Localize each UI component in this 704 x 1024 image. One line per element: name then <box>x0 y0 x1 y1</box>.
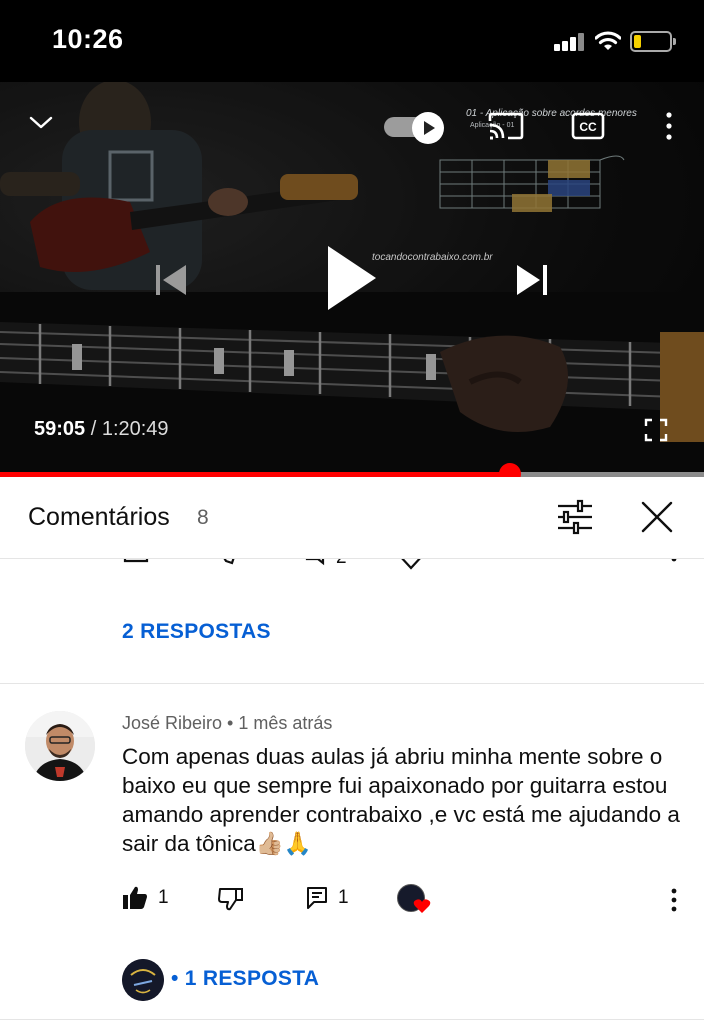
view-replies-link[interactable]: • 1 RESPOSTA <box>171 967 319 991</box>
status-time: 10:26 <box>52 24 124 54</box>
comments-count: 8 <box>197 506 209 529</box>
heart-icon[interactable] <box>396 559 426 573</box>
play-icon <box>412 112 444 144</box>
like-icon[interactable] <box>122 559 152 573</box>
comments-header: Comentários 8 <box>0 477 704 559</box>
fullscreen-icon[interactable] <box>644 418 668 442</box>
view-replies-link[interactable]: 2 RESPOSTAS <box>122 620 271 644</box>
reply-count: 2 <box>336 559 347 569</box>
autoplay-toggle[interactable] <box>384 112 446 144</box>
comment-divider <box>0 1019 704 1020</box>
svg-text:CC: CC <box>579 120 597 134</box>
cast-icon[interactable] <box>488 112 524 140</box>
video-time: 59:05 / 1:20:49 <box>34 418 169 441</box>
reply-count: 1 <box>338 887 349 908</box>
video-watermark: tocandocontrabaixo.com.br <box>372 252 493 263</box>
like-button[interactable]: 1 <box>122 886 169 910</box>
heart-icon <box>413 899 431 913</box>
comment-list[interactable]: 2 2 RESPOSTAS José Ribeiro • 1 mês atrás… <box>0 559 704 1024</box>
reply-icon[interactable] <box>304 559 328 573</box>
cc-icon[interactable]: CC <box>571 112 605 140</box>
like-count: 1 <box>158 887 169 908</box>
reply-button[interactable]: 1 <box>306 886 349 910</box>
more-vertical-icon[interactable] <box>662 559 686 581</box>
reply-icon <box>307 887 327 909</box>
next-icon[interactable] <box>514 262 550 298</box>
cellular-signal-icon <box>554 33 586 51</box>
comment-divider <box>0 683 704 684</box>
thumbs-up-filled-icon <box>123 886 147 909</box>
play-icon[interactable] <box>322 242 380 314</box>
comment-text: Com apenas duas aulas já abriu minha men… <box>122 744 680 856</box>
avatar[interactable] <box>25 711 95 781</box>
more-vertical-icon[interactable] <box>660 110 678 142</box>
status-bar: 10:26 <box>0 0 704 82</box>
total-time: 1:20:49 <box>101 418 169 440</box>
more-vertical-icon[interactable] <box>662 886 686 916</box>
video-player[interactable]: 01 - Aplicação sobre acordes menores Apl… <box>0 82 704 476</box>
time-separator: / <box>85 418 102 440</box>
dislike-icon[interactable] <box>216 559 246 575</box>
comment-meta: José Ribeiro • 1 mês atrás <box>122 713 332 734</box>
creator-heart-badge <box>397 884 431 916</box>
wifi-icon <box>595 31 621 50</box>
channel-avatar <box>122 959 164 1001</box>
battery-icon <box>630 31 676 52</box>
chevron-down-icon[interactable] <box>28 110 54 134</box>
filter-icon[interactable] <box>556 499 594 535</box>
comment-time: 1 mês atrás <box>238 713 333 733</box>
current-time: 59:05 <box>34 418 86 440</box>
comments-title: Comentários <box>28 503 170 531</box>
previous-icon[interactable] <box>153 262 189 298</box>
close-icon[interactable] <box>637 497 677 537</box>
dislike-icon[interactable] <box>218 887 244 911</box>
comment-author[interactable]: José Ribeiro <box>122 713 222 733</box>
meta-bullet: • <box>222 713 239 733</box>
